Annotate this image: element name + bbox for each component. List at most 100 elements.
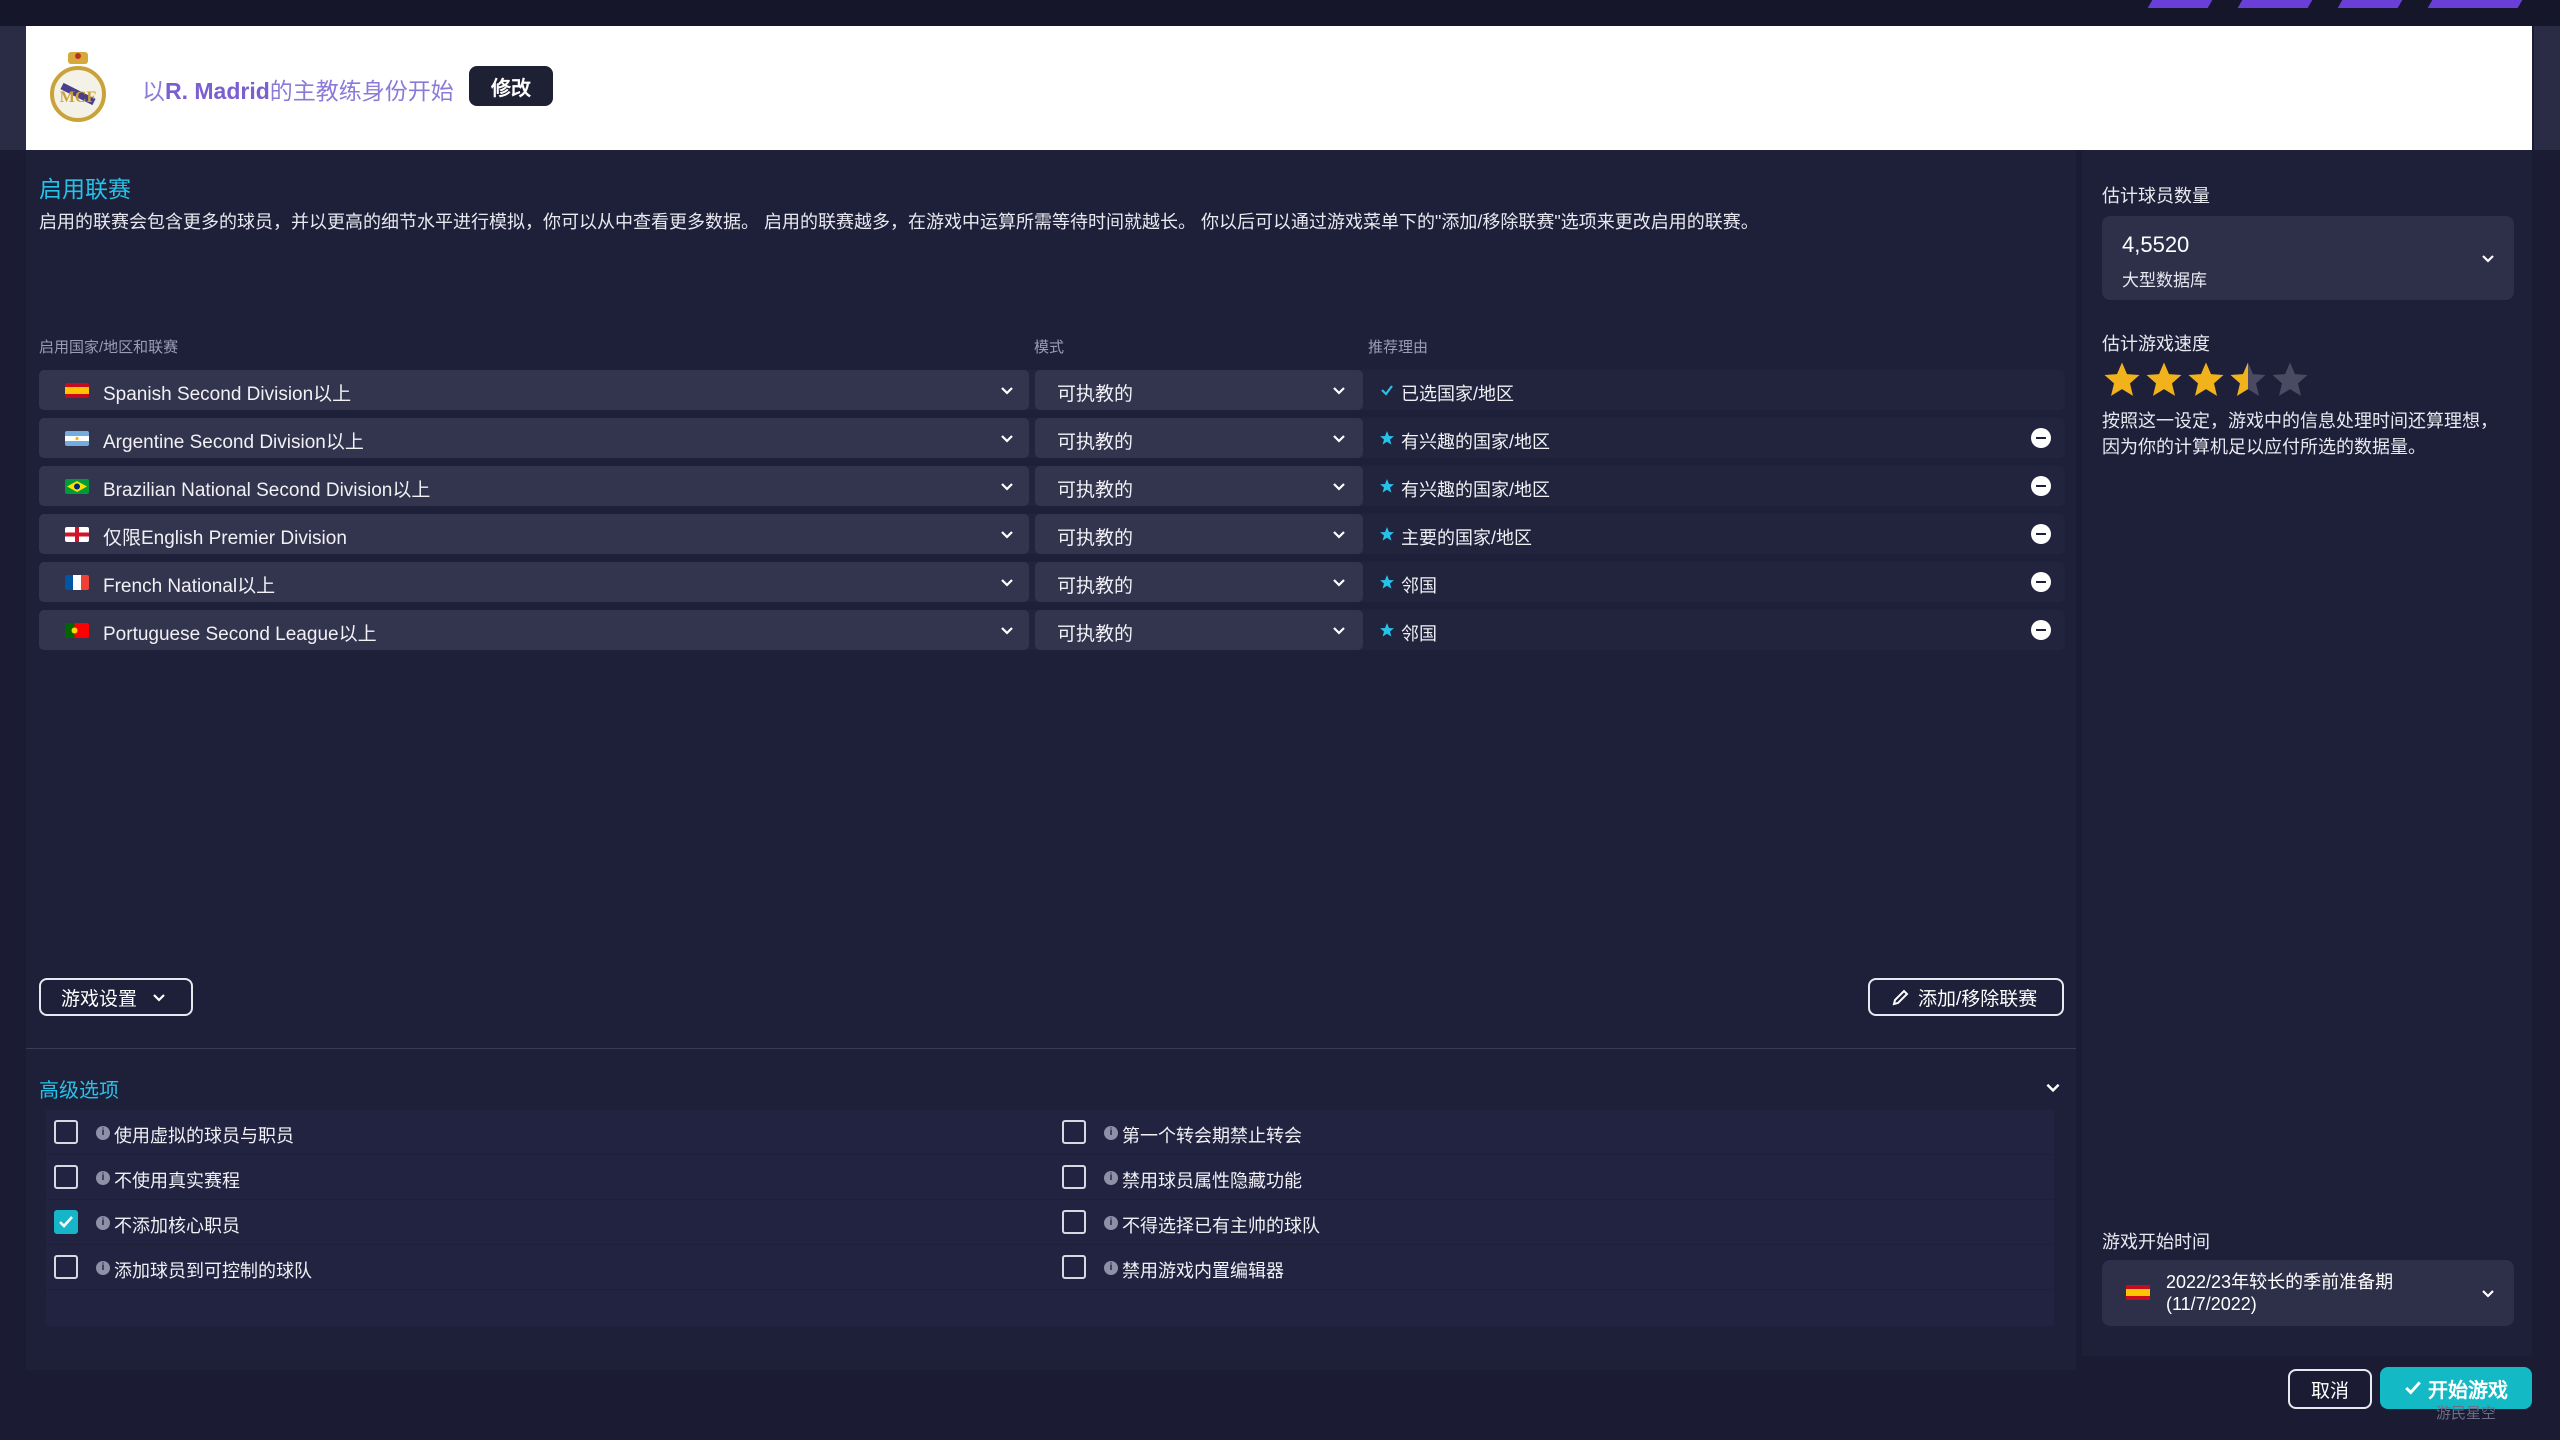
- checkbox-checked[interactable]: [54, 1210, 78, 1234]
- info-icon[interactable]: i: [1104, 1171, 1118, 1185]
- player-count-value: 4,5520: [2122, 232, 2190, 257]
- club-name: R. Madrid: [165, 78, 270, 104]
- reason-label: 邻国: [1401, 576, 1437, 596]
- options-row: i 添加球员到可控制的球队 i 禁用游戏内置编辑器: [46, 1245, 2054, 1289]
- remove-league-button[interactable]: [2031, 620, 2051, 640]
- mode-dropdown[interactable]: 可执教的: [1035, 418, 1363, 458]
- england-flag-icon: [65, 527, 89, 542]
- star-icon: [1380, 575, 1394, 589]
- league-row: 仅限English Premier Division 可执教的 主要的国家/地区: [39, 514, 2065, 554]
- option-no-managed-teams[interactable]: i 不得选择已有主帅的球队: [1054, 1200, 2054, 1244]
- column-header-reason: 推荐理由: [1368, 339, 1429, 356]
- header-title: 以R. Madrid的主教练身份开始: [142, 78, 454, 104]
- league-label: Spanish Second Division以上: [103, 384, 352, 405]
- star-icon: [1380, 623, 1394, 637]
- chevron-down-icon: [1333, 579, 1345, 587]
- chevron-down-icon: [1333, 531, 1345, 539]
- start-game-label: 开始游戏: [2428, 1379, 2508, 1402]
- league-dropdown[interactable]: 仅限English Premier Division: [39, 514, 1029, 554]
- option-virtual-players[interactable]: i 使用虚拟的球员与职员: [46, 1110, 1046, 1154]
- league-label: Brazilian National Second Division以上: [103, 480, 431, 501]
- mode-dropdown[interactable]: 可执教的: [1035, 514, 1363, 554]
- mode-label: 可执教的: [1057, 480, 1134, 501]
- start-time-dropdown[interactable]: 2022/23年较长的季前准备期 (11/7/2022): [2102, 1260, 2514, 1326]
- info-icon[interactable]: i: [96, 1261, 110, 1275]
- league-row: Brazilian National Second Division以上 可执教…: [39, 466, 2065, 506]
- check-icon: [2405, 1381, 2421, 1395]
- info-icon[interactable]: i: [1104, 1261, 1118, 1275]
- option-label: 禁用球员属性隐藏功能: [1122, 1171, 1302, 1191]
- info-icon[interactable]: i: [96, 1126, 110, 1140]
- option-add-players[interactable]: i 添加球员到可控制的球队: [46, 1245, 1046, 1289]
- chevron-down-icon: [1001, 627, 1013, 635]
- player-count-dropdown[interactable]: 4,5520 大型数据库: [2102, 216, 2514, 300]
- checkbox[interactable]: [54, 1255, 78, 1279]
- left-decor: [0, 26, 26, 150]
- start-time-line2: (11/7/2022): [2166, 1294, 2257, 1314]
- top-decor-strip: [0, 0, 2560, 26]
- remove-league-button[interactable]: [2031, 572, 2051, 592]
- chevron-down-icon: [1001, 579, 1013, 587]
- league-dropdown[interactable]: Brazilian National Second Division以上: [39, 466, 1029, 506]
- league-label: 仅限English Premier Division: [103, 528, 347, 549]
- leagues-section-title: 启用联赛: [39, 176, 131, 202]
- speed-label: 估计游戏速度: [2102, 334, 2210, 354]
- chevron-down-icon: [1001, 435, 1013, 443]
- chevron-down-icon[interactable]: [2044, 1078, 2062, 1096]
- option-label: 使用虚拟的球员与职员: [114, 1126, 294, 1146]
- cancel-button[interactable]: 取消: [2288, 1369, 2372, 1409]
- add-remove-leagues-label: 添加/移除联赛: [1918, 988, 2038, 1010]
- league-dropdown[interactable]: Portuguese Second League以上: [39, 610, 1029, 650]
- remove-league-button[interactable]: [2031, 428, 2051, 448]
- info-icon[interactable]: i: [96, 1216, 110, 1230]
- check-icon: [59, 1216, 73, 1228]
- star-full-icon: [2188, 362, 2224, 396]
- column-header-mode: 模式: [1034, 339, 1065, 356]
- portugal-flag-icon: [65, 623, 89, 638]
- league-dropdown[interactable]: Spanish Second Division以上: [39, 370, 1029, 410]
- game-settings-button[interactable]: 游戏设置: [39, 978, 193, 1016]
- spain-flag-icon: [2126, 1285, 2150, 1300]
- star-empty-icon: [2272, 362, 2308, 396]
- add-remove-leagues-button[interactable]: 添加/移除联赛: [1868, 978, 2064, 1016]
- mode-dropdown[interactable]: 可执教的: [1035, 610, 1363, 650]
- spain-flag-icon: [65, 383, 89, 398]
- option-no-first-transfer[interactable]: i 第一个转会期禁止转会: [1054, 1110, 2054, 1154]
- mode-label: 可执教的: [1057, 576, 1134, 597]
- star-icon: [1380, 431, 1394, 445]
- options-row-empty: [46, 1290, 2054, 1326]
- checkbox[interactable]: [54, 1120, 78, 1144]
- checkbox[interactable]: [1062, 1120, 1086, 1144]
- remove-league-button[interactable]: [2031, 524, 2051, 544]
- league-row: Spanish Second Division以上 可执教的 已选国家/地区: [39, 370, 2065, 410]
- check-icon: [1381, 385, 1393, 396]
- info-icon[interactable]: i: [96, 1171, 110, 1185]
- option-label: 不得选择已有主帅的球队: [1122, 1216, 1320, 1236]
- info-icon[interactable]: i: [1104, 1216, 1118, 1230]
- mode-dropdown[interactable]: 可执教的: [1035, 370, 1363, 410]
- league-dropdown[interactable]: French National以上: [39, 562, 1029, 602]
- checkbox[interactable]: [1062, 1255, 1086, 1279]
- option-disable-editor[interactable]: i 禁用游戏内置编辑器: [1054, 1245, 2054, 1289]
- checkbox[interactable]: [54, 1165, 78, 1189]
- club-crest-icon: MCF: [50, 52, 106, 122]
- league-row: Argentine Second Division以上 可执教的 有兴趣的国家/…: [39, 418, 2065, 458]
- option-label: 禁用游戏内置编辑器: [1122, 1261, 1284, 1281]
- right-decor: [2534, 26, 2560, 150]
- section-divider: [26, 1048, 2076, 1049]
- option-disable-attribute-masking[interactable]: i 禁用球员属性隐藏功能: [1054, 1155, 2054, 1199]
- edit-button[interactable]: 修改: [469, 66, 553, 106]
- mode-dropdown[interactable]: 可执教的: [1035, 466, 1363, 506]
- watermark: 游民星空: [2436, 1405, 2497, 1422]
- advanced-options-title[interactable]: 高级选项: [39, 1074, 119, 1103]
- option-no-key-staff[interactable]: i 不添加核心职员: [46, 1200, 1046, 1244]
- checkbox[interactable]: [1062, 1210, 1086, 1234]
- star-icon: [1380, 527, 1394, 541]
- info-icon[interactable]: i: [1104, 1126, 1118, 1140]
- mode-dropdown[interactable]: 可执教的: [1035, 562, 1363, 602]
- option-no-real-fixtures[interactable]: i 不使用真实赛程: [46, 1155, 1046, 1199]
- league-dropdown[interactable]: Argentine Second Division以上: [39, 418, 1029, 458]
- checkbox[interactable]: [1062, 1165, 1086, 1189]
- pencil-icon: [1892, 989, 1909, 1006]
- remove-league-button[interactable]: [2031, 476, 2051, 496]
